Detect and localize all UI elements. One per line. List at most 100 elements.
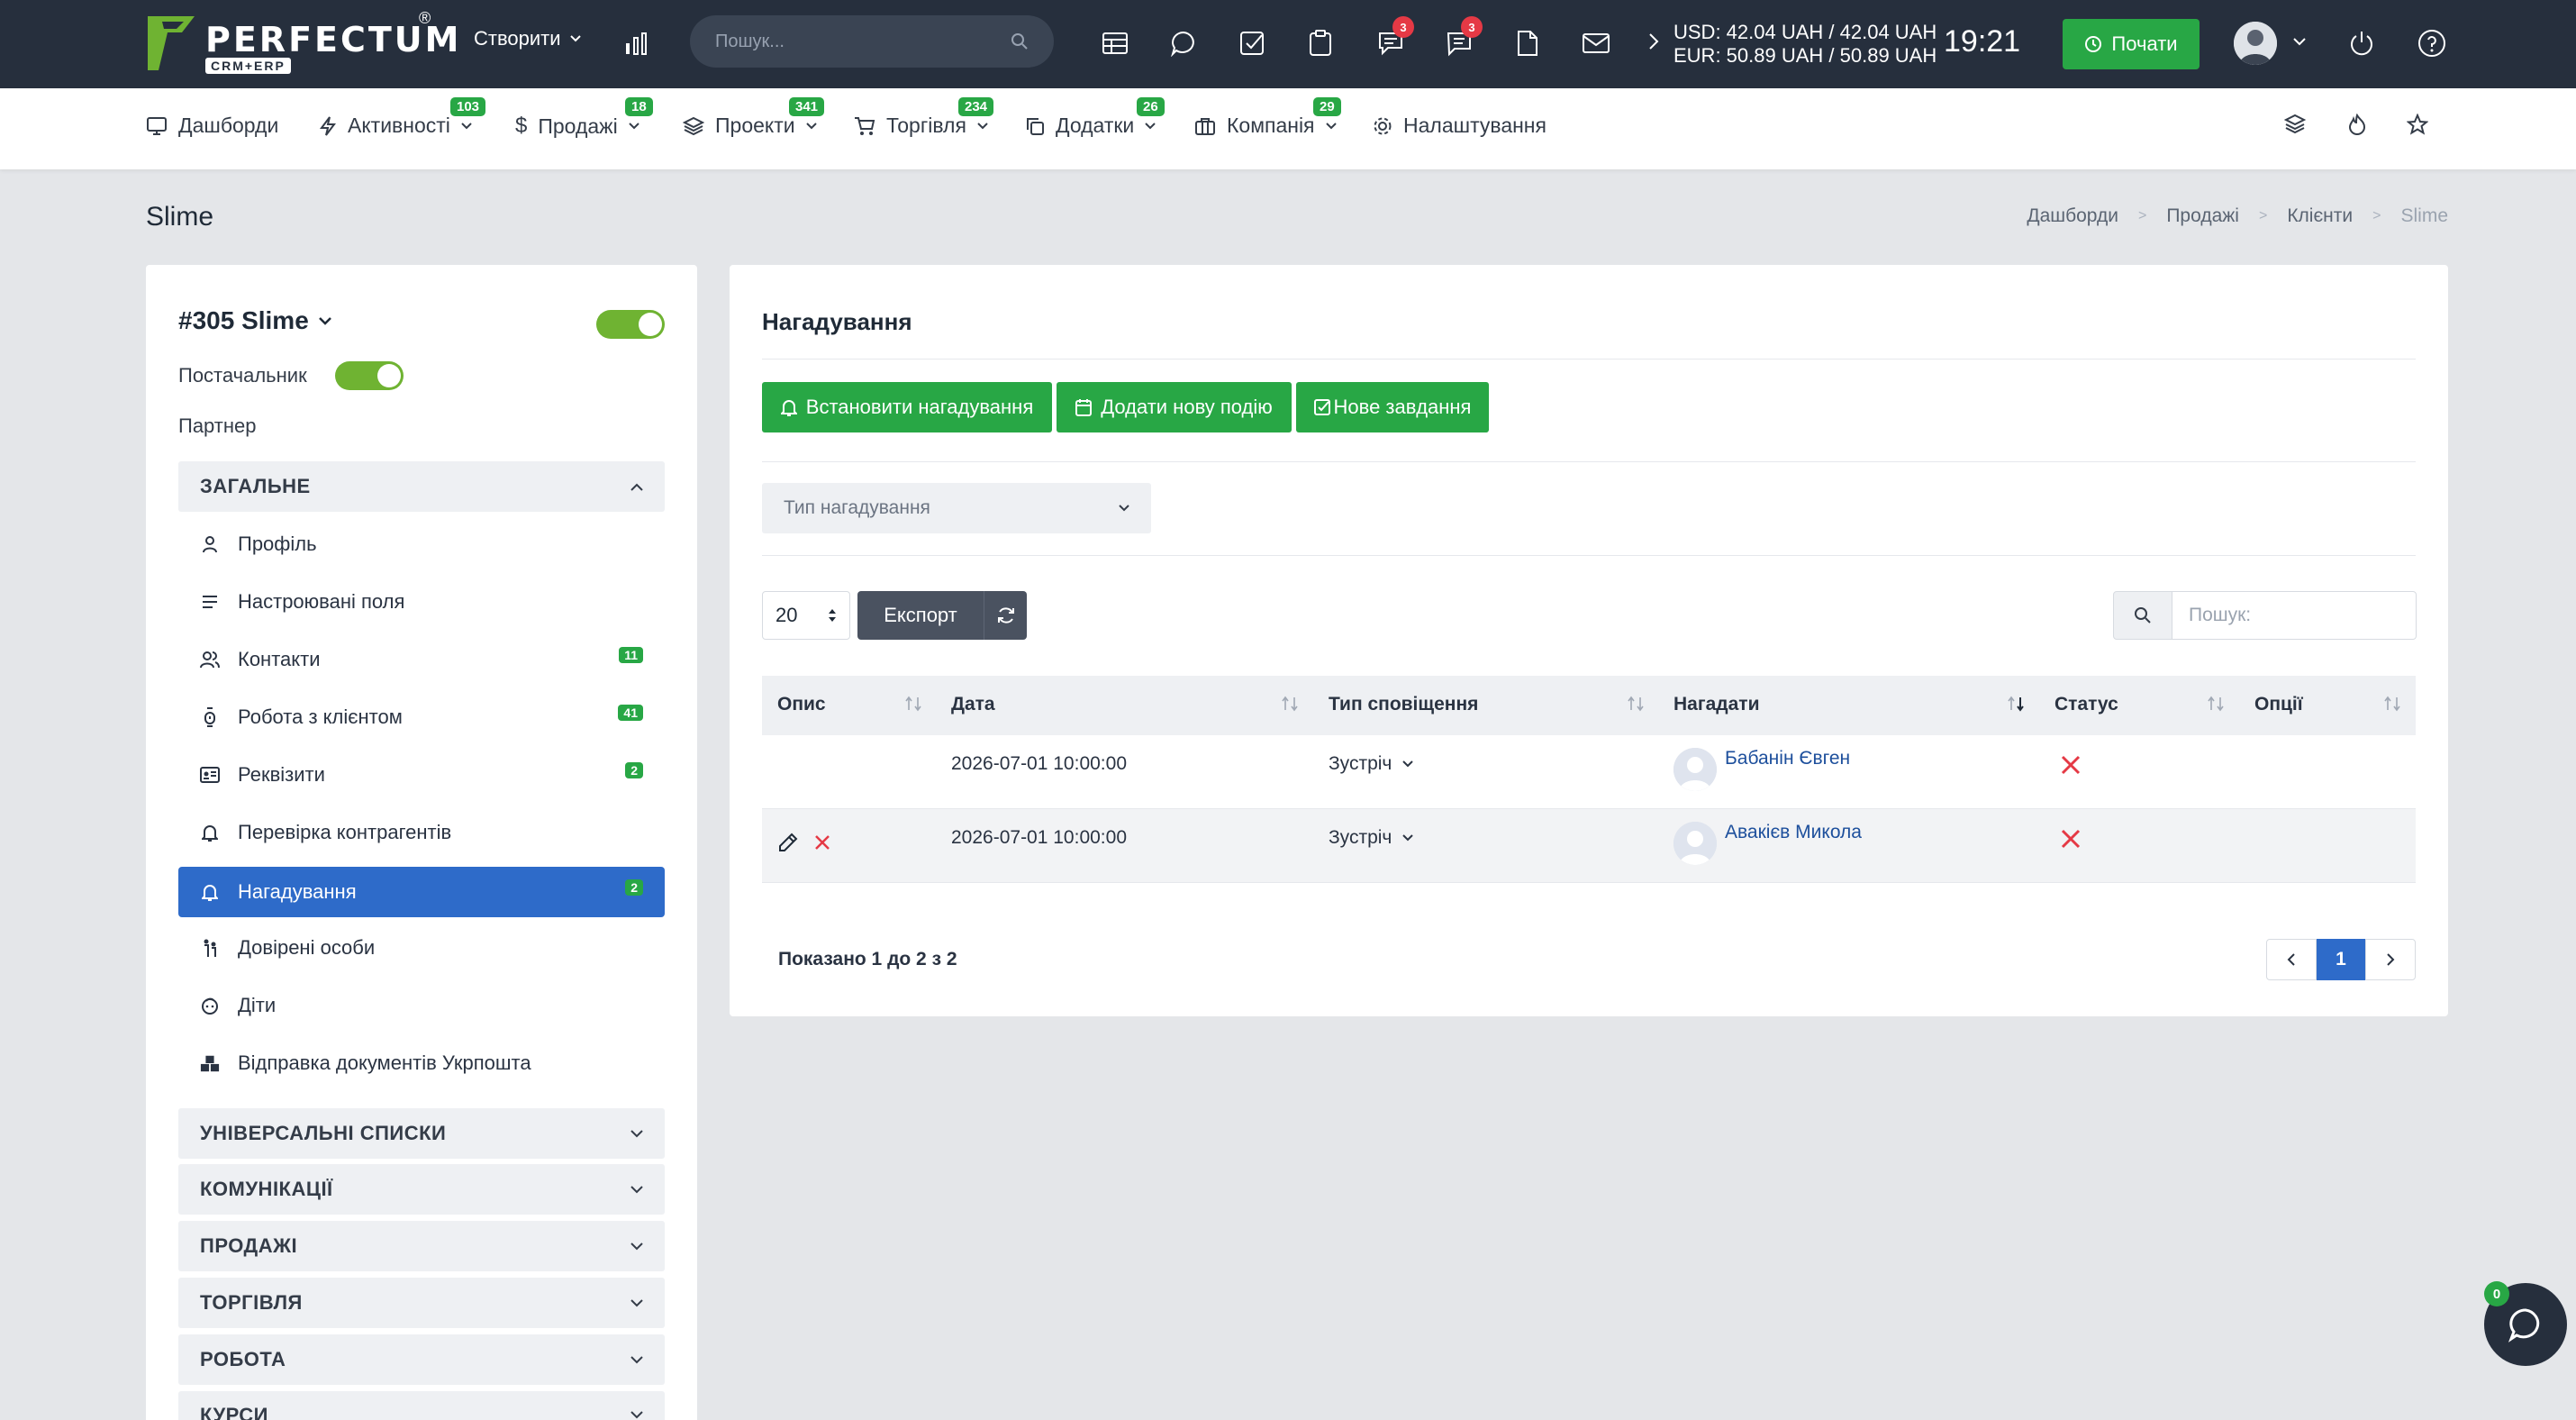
user-menu-chevron-icon[interactable]: [2293, 38, 2306, 46]
refresh-button[interactable]: [984, 591, 1027, 640]
reminder-type-select[interactable]: Тип нагадування: [762, 483, 1151, 533]
sidebar-item-contacts[interactable]: Контакти 11: [178, 634, 665, 685]
star-icon[interactable]: [2407, 114, 2428, 135]
menu-item-dashboards[interactable]: Дашборди: [146, 114, 278, 138]
section-title: КОМУНІКАЦІЇ: [200, 1178, 333, 1200]
sort-desc-icon[interactable]: [2007, 696, 2025, 712]
column-header-description[interactable]: Опис: [777, 694, 826, 715]
menu-item-projects[interactable]: Проекти 341: [683, 97, 825, 138]
column-header-status[interactable]: Статус: [2054, 694, 2118, 715]
global-search-input[interactable]: [715, 31, 1011, 52]
section-work-header[interactable]: РОБОТА: [178, 1334, 665, 1385]
sort-icon[interactable]: [2207, 696, 2225, 712]
column-header-remind[interactable]: Нагадати: [1673, 694, 1759, 715]
sidebar-item-reminders[interactable]: Нагадування 2: [178, 867, 665, 917]
delete-icon[interactable]: [814, 834, 830, 851]
row-type-dropdown[interactable]: Зустріч: [1329, 827, 1414, 849]
status-close-icon[interactable]: [2061, 755, 2081, 775]
section-universal-lists-header[interactable]: УНІВЕРСАЛЬНІ СПИСКИ: [178, 1108, 665, 1159]
menu-item-addons[interactable]: Додатки 26: [1025, 97, 1165, 138]
calendar-table-icon[interactable]: [1097, 25, 1133, 61]
user-avatar[interactable]: [2234, 22, 2277, 65]
stats-icon[interactable]: [618, 25, 654, 61]
export-button[interactable]: Експорт: [857, 591, 984, 640]
sidebar-item-custom-fields[interactable]: Настроювані поля: [178, 577, 665, 627]
tasks-check-icon[interactable]: [1234, 25, 1270, 61]
section-courses-header[interactable]: КУРСИ: [178, 1391, 665, 1420]
pagination-next-button[interactable]: [2365, 939, 2416, 980]
section-communications-header[interactable]: КОМУНІКАЦІЇ: [178, 1164, 665, 1215]
sort-icon[interactable]: [1627, 696, 1645, 712]
start-timer-button[interactable]: Почати: [2063, 19, 2200, 69]
section-general-header[interactable]: ЗАГАЛЬНЕ: [178, 461, 665, 512]
table-search-input[interactable]: [2172, 591, 2417, 640]
chevron-right-icon[interactable]: [1648, 32, 1659, 50]
child-icon: [200, 997, 220, 1015]
document-icon[interactable]: [1510, 25, 1546, 61]
breadcrumb-item[interactable]: Дашборди: [2027, 205, 2118, 227]
status-close-icon[interactable]: [2061, 829, 2081, 849]
chevron-down-icon: [630, 1242, 643, 1250]
fire-icon[interactable]: [2347, 114, 2367, 135]
mail-icon[interactable]: [1578, 25, 1614, 61]
client-name-dropdown[interactable]: #305 Slime: [178, 306, 332, 335]
sidebar-item-client-work[interactable]: Робота з клієнтом 41: [178, 692, 665, 742]
sidebar-item-requisites[interactable]: Реквізити 2: [178, 750, 665, 800]
start-label: Почати: [2111, 32, 2178, 55]
supplier-toggle[interactable]: [335, 361, 404, 390]
sidebar-item-ukrposhta[interactable]: Відправка документів Укрпошта: [178, 1038, 665, 1088]
section-sales-header[interactable]: ПРОДАЖІ: [178, 1221, 665, 1271]
chats-icon[interactable]: 3: [1373, 16, 1414, 61]
user-link[interactable]: Бабанін Євген: [1725, 748, 1850, 769]
reminders-card: [730, 265, 2448, 1016]
help-icon[interactable]: [2414, 25, 2450, 61]
menu-item-trade[interactable]: Торгівля 234: [854, 97, 994, 138]
create-menu-button[interactable]: Створити: [474, 27, 581, 50]
supplier-label: Постачальник: [178, 364, 307, 387]
breadcrumb-item[interactable]: Продажі: [2166, 205, 2239, 227]
sidebar-item-counterparty-check[interactable]: Перевірка контрагентів: [178, 807, 665, 858]
chevron-up-icon: [630, 483, 643, 491]
sort-icon[interactable]: [2383, 696, 2401, 712]
menu-item-company[interactable]: Компанія 29: [1194, 97, 1341, 138]
breadcrumb-current: Slime: [2400, 205, 2448, 226]
sort-icon[interactable]: [1281, 696, 1299, 712]
column-header-options[interactable]: Опції: [2254, 694, 2303, 715]
sidebar-item-trusted-persons[interactable]: Довірені особи: [178, 923, 665, 973]
page-length-select[interactable]: 20: [762, 591, 850, 640]
user-link[interactable]: Авакієв Микола: [1725, 822, 1862, 843]
section-title: РОБОТА: [200, 1348, 286, 1370]
menu-item-settings[interactable]: Налаштування: [1373, 114, 1547, 138]
column-header-notification-type[interactable]: Тип сповіщення: [1329, 694, 1478, 715]
set-reminder-button[interactable]: Встановити нагадування: [762, 382, 1052, 432]
sidebar-item-children[interactable]: Діти: [178, 980, 665, 1031]
menu-item-sales[interactable]: $ Продажі 18: [515, 97, 653, 139]
sidebar-item-badge: 11: [619, 647, 643, 663]
column-header-date[interactable]: Дата: [951, 694, 995, 715]
breadcrumb-separator-icon: >: [2258, 208, 2268, 223]
layers-icon[interactable]: [2284, 114, 2306, 135]
breadcrumb-item[interactable]: Клієнти: [2287, 205, 2353, 227]
boxes-icon: [200, 1053, 220, 1073]
power-icon[interactable]: [2344, 25, 2380, 61]
chat-bubble-icon[interactable]: [1166, 25, 1202, 61]
row-type-dropdown[interactable]: Зустріч: [1329, 753, 1414, 775]
dollar-icon: $: [515, 114, 528, 138]
sidebar-item-profile[interactable]: Профіль: [178, 519, 665, 569]
section-trade-header[interactable]: ТОРГІВЛЯ: [178, 1278, 665, 1328]
perfectum-logo-icon[interactable]: [146, 14, 196, 72]
search-icon: [1011, 33, 1028, 50]
pagination-prev-button[interactable]: [2266, 939, 2317, 980]
sidebar-item-label: Нагадування: [238, 880, 357, 903]
edit-icon[interactable]: [778, 833, 798, 852]
client-active-toggle[interactable]: [596, 310, 665, 339]
new-task-button[interactable]: Нове завдання: [1296, 382, 1489, 432]
add-event-button[interactable]: Додати нову подію: [1057, 382, 1292, 432]
clipboard-icon[interactable]: [1302, 25, 1338, 61]
pagination-page-button[interactable]: 1: [2317, 939, 2365, 980]
messages-icon[interactable]: 3: [1441, 16, 1483, 61]
global-search[interactable]: [690, 15, 1054, 68]
menu-item-activities[interactable]: Активності 103: [319, 97, 486, 138]
menu-badge: 341: [789, 97, 825, 116]
sort-icon[interactable]: [904, 696, 922, 712]
